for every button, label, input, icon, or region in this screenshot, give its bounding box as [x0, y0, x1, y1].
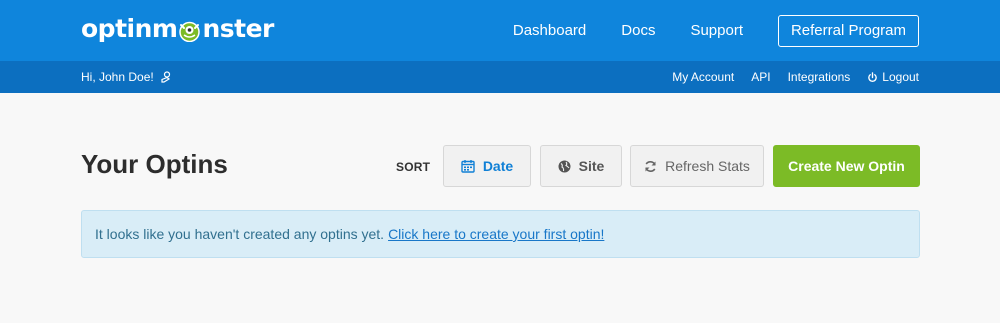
refresh-stats-button[interactable]: Refresh Stats: [630, 145, 764, 187]
globe-icon: [558, 160, 571, 172]
integrations-link[interactable]: Integrations: [788, 70, 851, 84]
nav-support[interactable]: Support: [690, 22, 743, 39]
notice-text: It looks like you haven't created any op…: [95, 226, 385, 242]
sort-site-button[interactable]: Site: [540, 145, 622, 187]
refresh-stats-label: Refresh Stats: [665, 158, 750, 174]
sub-header: Hi, John Doe! My Account API Integration…: [0, 61, 1000, 93]
referral-program-button[interactable]: Referral Program: [778, 14, 919, 47]
nav-dashboard[interactable]: Dashboard: [513, 22, 586, 39]
sort-date-button[interactable]: Date: [443, 145, 531, 187]
logout-label: Logout: [882, 70, 919, 84]
empty-optins-notice: It looks like you haven't created any op…: [81, 210, 920, 258]
top-header: optinm nster Dashboard Docs Support Refe…: [0, 0, 1000, 61]
logo-text-end: nster: [202, 14, 274, 43]
optins-page: Your Optins SORT Date Site Refresh Stats…: [0, 93, 1000, 323]
sort-date-label: Date: [482, 158, 514, 174]
refresh-icon: [645, 160, 656, 172]
logout-link[interactable]: Logout: [867, 70, 919, 84]
api-link[interactable]: API: [751, 70, 770, 84]
main-nav: Dashboard Docs Support Referral Program: [513, 0, 919, 61]
power-icon: [868, 71, 878, 82]
page-title: Your Optins: [81, 149, 228, 179]
sort-label: SORT: [396, 160, 431, 174]
user-greeting: Hi, John Doe!: [81, 61, 172, 93]
create-new-optin-button[interactable]: Create New Optin: [773, 145, 920, 187]
calendar-icon: [461, 160, 475, 173]
my-account-link[interactable]: My Account: [672, 70, 734, 84]
monster-logo-icon: [178, 19, 201, 42]
create-first-optin-link[interactable]: Click here to create your first optin!: [388, 226, 604, 242]
logo-text-start: optinm: [81, 14, 178, 43]
optinmonster-logo[interactable]: optinm nster: [81, 14, 274, 43]
edit-profile-icon[interactable]: [160, 71, 172, 83]
nav-docs[interactable]: Docs: [621, 22, 655, 39]
account-nav: My Account API Integrations Logout: [655, 61, 919, 93]
greeting-text: Hi, John Doe!: [81, 70, 154, 84]
sort-site-label: Site: [578, 158, 605, 174]
